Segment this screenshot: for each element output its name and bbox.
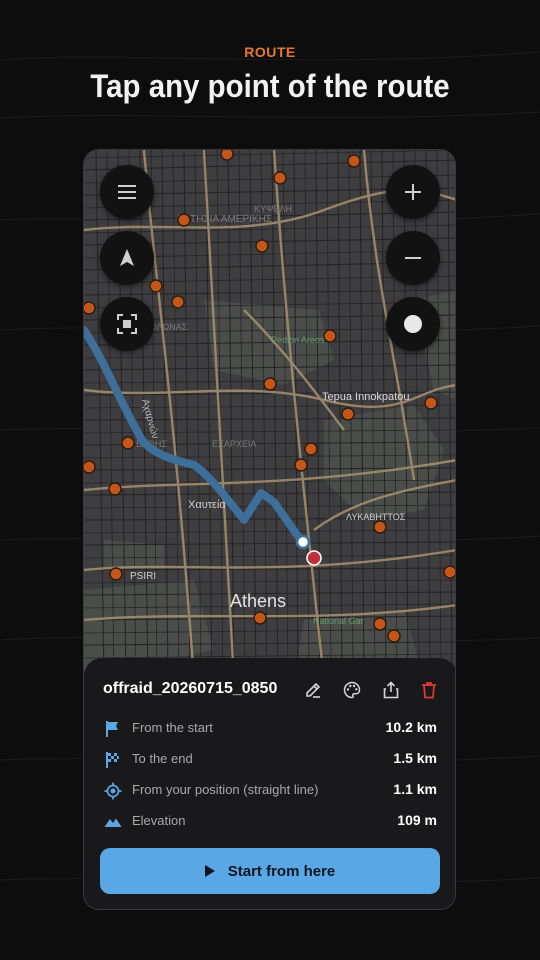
stat-label: To the end xyxy=(132,751,193,766)
share-icon xyxy=(383,681,399,699)
route-point-sheet: offraid_20260715_0850 From the start 10.… xyxy=(84,658,455,909)
poi-marker xyxy=(443,565,455,579)
color-button[interactable] xyxy=(340,678,364,702)
page-headline: Tap any point of the route xyxy=(90,68,450,104)
terrain-icon xyxy=(104,818,122,827)
palette-icon xyxy=(343,681,361,699)
delete-button[interactable] xyxy=(417,678,441,702)
poi-marker xyxy=(109,567,123,581)
stat-value: 1.5 km xyxy=(393,750,437,766)
minus-icon xyxy=(405,257,421,259)
play-icon xyxy=(204,865,215,877)
edit-button[interactable] xyxy=(301,678,325,702)
map-label: ΕΞΑΡΧΕΙΑ xyxy=(212,439,256,449)
section-kicker: ROUTE xyxy=(244,44,296,60)
stat-label: From the start xyxy=(132,720,213,735)
map-view[interactable]: ΠΑΤΗΣΙΑ ΑΜΕΡΙΚΗΣ ΚΥΨΕΛΗ Pedion Areos Tep… xyxy=(84,150,456,680)
checkered-flag-icon xyxy=(106,752,119,768)
selected-route-point xyxy=(295,534,311,550)
flag-icon xyxy=(106,721,118,737)
poi-marker xyxy=(323,329,337,343)
plus-icon xyxy=(405,184,421,200)
delete-icon xyxy=(422,682,436,699)
start-from-here-button[interactable]: Start from here xyxy=(100,848,440,894)
stat-value: 1.1 km xyxy=(393,781,437,797)
gps-fixed-icon xyxy=(104,782,122,800)
map-label: PSIRI xyxy=(130,571,156,582)
map-label: Pedion Areos xyxy=(271,335,325,345)
record-icon xyxy=(404,315,422,333)
poi-marker xyxy=(373,617,387,631)
stat-value: 10.2 km xyxy=(385,719,437,735)
share-button[interactable] xyxy=(379,678,403,702)
poi-marker xyxy=(220,150,234,161)
map-label: ΚΥΨΕΛΗ xyxy=(254,204,292,214)
poi-marker xyxy=(387,629,401,643)
stat-label: From your position (straight line) xyxy=(132,782,319,797)
poi-marker xyxy=(149,279,163,293)
poi-marker xyxy=(347,154,361,168)
edit-icon xyxy=(306,682,321,698)
poi-marker xyxy=(273,171,287,185)
poi-marker xyxy=(108,482,122,496)
zoom-in-button[interactable] xyxy=(386,165,440,219)
stat-label: Elevation xyxy=(132,813,186,828)
stat-row-to-end: To the end 1.5 km xyxy=(84,748,455,772)
poi-marker xyxy=(177,213,191,227)
menu-icon xyxy=(118,185,136,199)
map-label: National Gar xyxy=(313,616,364,626)
map-label: ΛΥΚΑΒΗΤΤΟΣ xyxy=(346,512,406,522)
navigation-arrow-icon xyxy=(120,249,134,266)
poi-marker xyxy=(263,377,277,391)
record-button[interactable] xyxy=(386,297,440,351)
stat-row-from-position: From your position (straight line) 1.1 k… xyxy=(84,779,455,803)
current-position-marker xyxy=(306,550,322,566)
map-label: Athens xyxy=(230,591,286,611)
fit-route-button[interactable] xyxy=(100,297,154,351)
poi-marker xyxy=(84,301,96,315)
poi-marker xyxy=(121,436,135,450)
track-name: offraid_20260715_0850 xyxy=(103,680,278,697)
poi-marker xyxy=(255,239,269,253)
poi-marker xyxy=(294,458,308,472)
map-label: ΠΑΤΗΣΙΑ ΑΜΕΡΙΚΗΣ xyxy=(177,214,272,225)
map-label: Tepua Innokpatou xyxy=(322,391,409,403)
menu-button[interactable] xyxy=(100,165,154,219)
fit-bounds-icon xyxy=(117,314,137,334)
poi-marker xyxy=(84,460,96,474)
poi-marker xyxy=(424,396,438,410)
poi-marker xyxy=(304,442,318,456)
locate-button[interactable] xyxy=(100,231,154,285)
stat-row-elevation: Elevation 109 m xyxy=(84,810,455,834)
start-button-label: Start from here xyxy=(227,862,336,880)
poi-marker xyxy=(373,520,387,534)
phone-screen: ΠΑΤΗΣΙΑ ΑΜΕΡΙΚΗΣ ΚΥΨΕΛΗ Pedion Areos Tep… xyxy=(83,149,456,910)
stat-row-from-start: From the start 10.2 km xyxy=(84,717,455,741)
stat-value: 109 m xyxy=(397,812,437,828)
zoom-out-button[interactable] xyxy=(386,231,440,285)
poi-marker xyxy=(171,295,185,309)
map-label: Χαυτεία xyxy=(188,499,226,511)
poi-marker xyxy=(341,407,355,421)
poi-marker xyxy=(253,611,267,625)
